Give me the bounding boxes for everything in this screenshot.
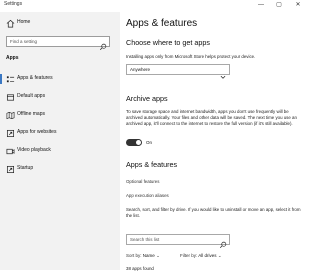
apps-list-icon (5, 74, 15, 84)
sidebar: Home Find a setting Apps Apps & features… (0, 12, 120, 270)
choose-description: Installing apps only from Microsoft Stor… (126, 54, 256, 59)
sort-by-label: Sort by: (126, 253, 142, 258)
sort-by-value: Name (142, 253, 155, 258)
search-icon[interactable] (219, 236, 227, 249)
sidebar-item-label: Apps for websites (17, 129, 57, 135)
optional-features-link[interactable]: Optional features (126, 179, 159, 184)
filter-by-control[interactable]: Filter by: All drives ⌄ (180, 253, 222, 259)
sidebar-item-label: Apps & features (17, 75, 53, 81)
close-button[interactable]: ✕ (291, 0, 305, 12)
sidebar-item-apps-features[interactable]: Apps & features (0, 72, 120, 86)
chevron-down-icon (220, 67, 226, 79)
main-content: Apps & features Choose where to get apps… (120, 12, 310, 271)
sort-by-control[interactable]: Sort by: Name ⌄ (126, 253, 160, 259)
toggle-knob (136, 140, 141, 145)
home-icon (5, 18, 15, 28)
sidebar-item-default-apps[interactable]: Default apps (0, 90, 120, 104)
sidebar-item-label: Video playback (17, 147, 51, 153)
sidebar-item-label: Default apps (17, 93, 46, 99)
archive-toggle-label: On (146, 140, 153, 145)
title-bar: Settings — ▢ ✕ (0, 0, 310, 12)
search-list-input[interactable]: Search this list (126, 234, 230, 249)
filter-by-label: Filter by: (180, 253, 198, 258)
default-apps-icon (5, 92, 15, 102)
sidebar-item-apps-for-websites[interactable]: Apps for websites (0, 126, 120, 140)
section-title: Apps (6, 55, 19, 61)
apps-description: Search, sort, and filter by drive. If yo… (126, 207, 301, 218)
apps-count: 38 apps found (126, 266, 154, 271)
minimize-button[interactable]: — (254, 0, 268, 12)
apps-heading: Apps & features (126, 160, 178, 169)
map-icon (5, 110, 15, 120)
app-execution-aliases-link[interactable]: App execution aliases (126, 193, 169, 198)
search-icon[interactable] (99, 38, 107, 51)
find-setting-placeholder: Find a setting (10, 39, 38, 44)
page-title: Apps & features (126, 18, 198, 29)
maximize-button[interactable]: ▢ (272, 0, 286, 12)
app-source-value: Anywhere (130, 67, 151, 72)
find-setting-input[interactable]: Find a setting (6, 36, 110, 51)
sidebar-item-offline-maps[interactable]: Offline maps (0, 108, 120, 122)
video-icon (5, 146, 15, 156)
sidebar-item-label: Home (17, 19, 31, 25)
choose-heading: Choose where to get apps (126, 38, 210, 47)
sidebar-item-label: Startup (17, 165, 34, 171)
search-list-placeholder: Search this list (130, 237, 160, 242)
filter-by-value: All drives (198, 253, 217, 258)
archive-description: To save storage space and internet bandw… (126, 109, 297, 126)
chevron-down-icon: ⌄ (217, 253, 222, 258)
archive-heading: Archive apps (126, 94, 168, 103)
window-title: Settings (4, 1, 23, 7)
sidebar-item-label: Offline maps (17, 111, 45, 117)
sidebar-item-home[interactable]: Home (0, 16, 120, 30)
app-source-dropdown[interactable]: Anywhere (126, 64, 230, 79)
chevron-down-icon: ⌄ (156, 253, 160, 258)
sidebar-item-startup[interactable]: Startup (0, 162, 120, 176)
web-link-icon (5, 128, 15, 138)
archive-toggle[interactable] (126, 139, 142, 146)
sidebar-item-video-playback[interactable]: Video playback (0, 144, 120, 158)
startup-icon (5, 164, 15, 174)
